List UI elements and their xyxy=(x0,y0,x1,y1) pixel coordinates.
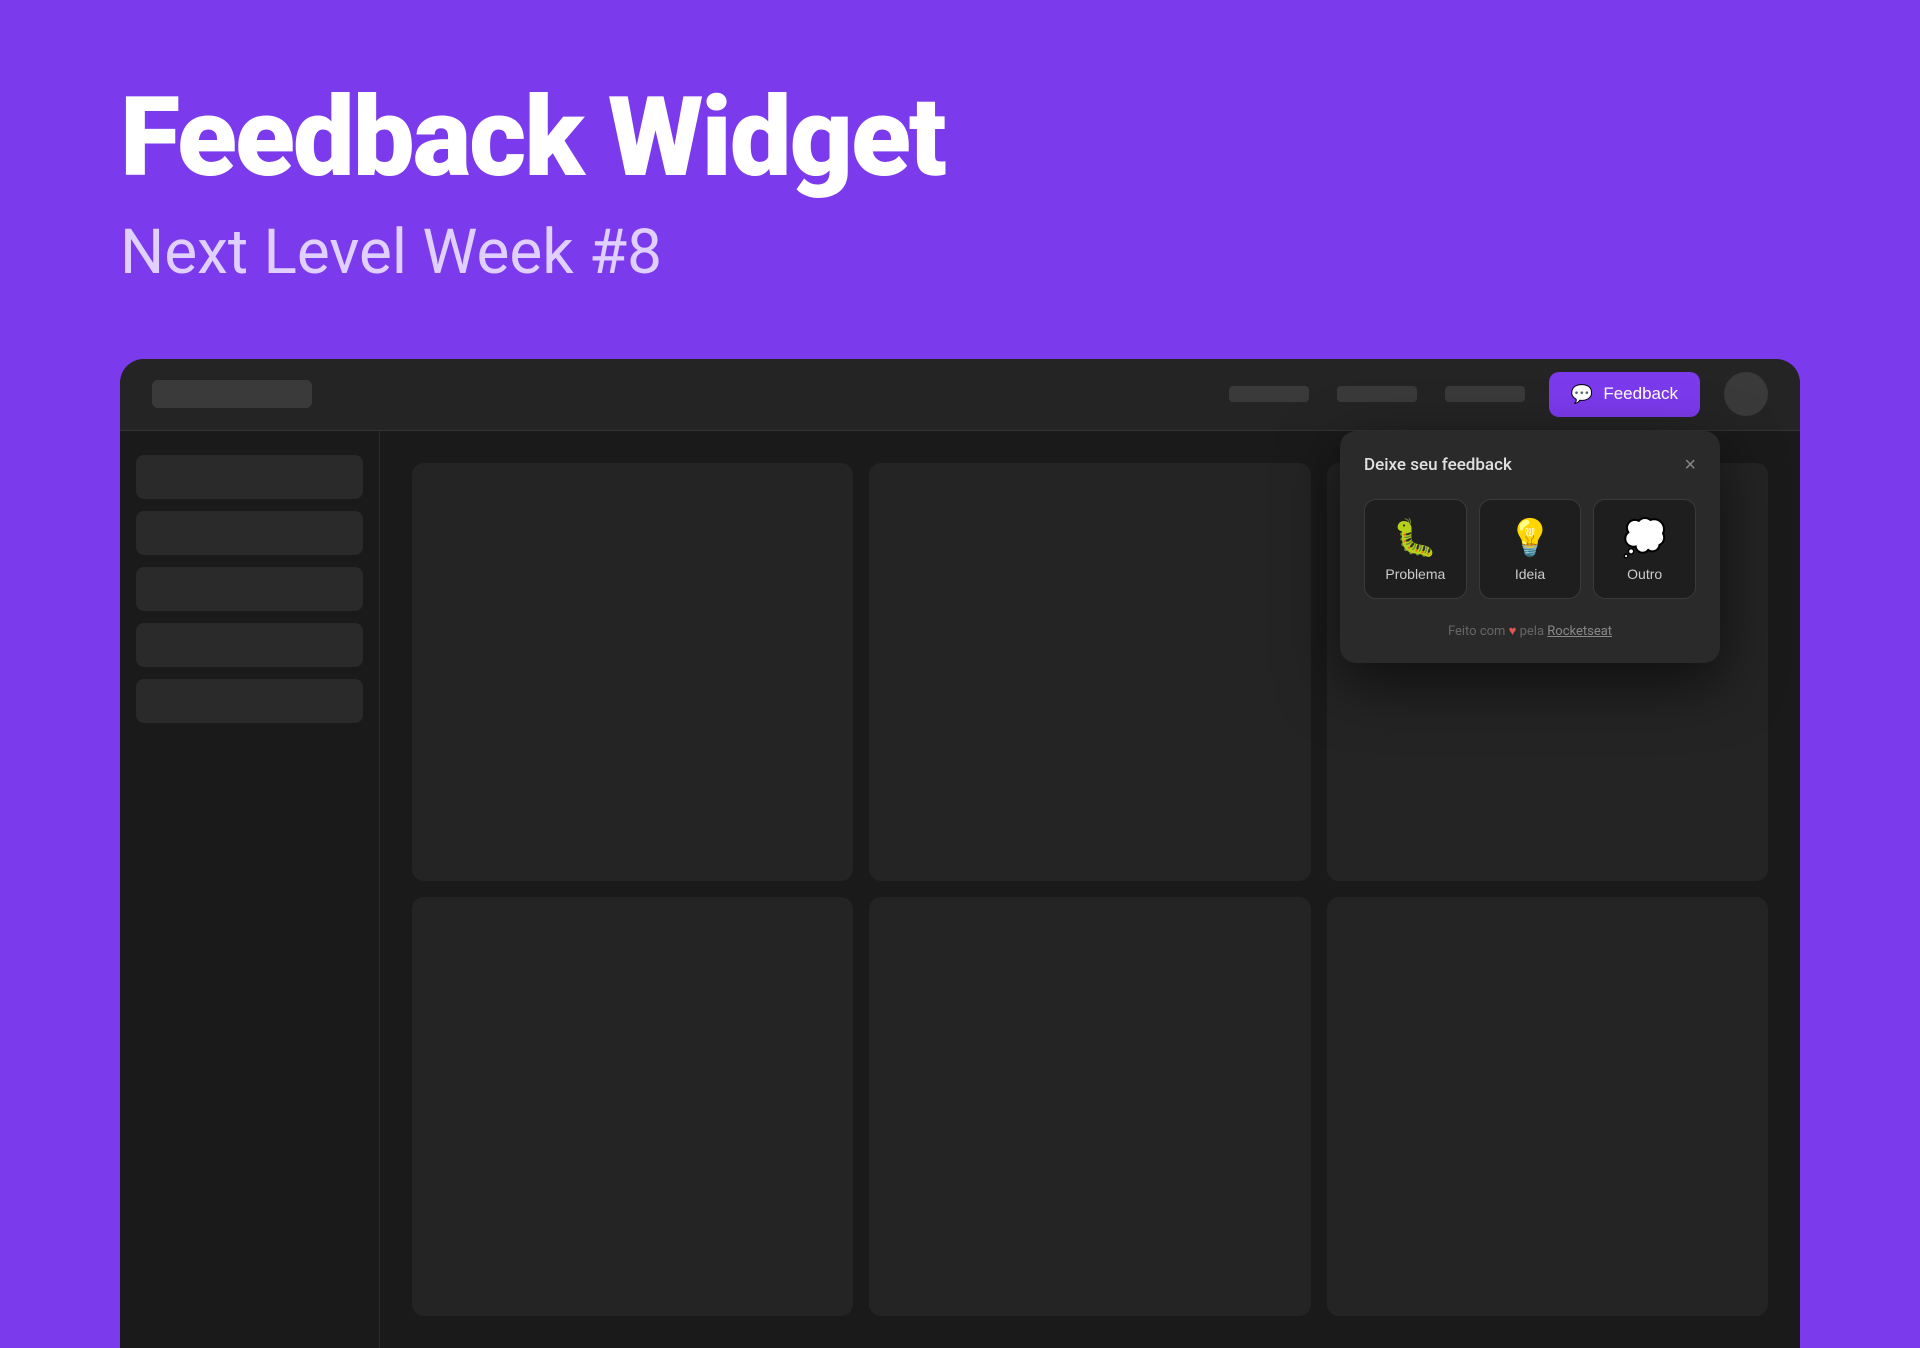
outro-emoji: 💭 xyxy=(1622,520,1667,556)
sidebar-item-1 xyxy=(136,455,363,499)
content-card-1 xyxy=(412,463,853,882)
sidebar-item-4 xyxy=(136,623,363,667)
feedback-button[interactable]: 💬 Feedback xyxy=(1549,372,1700,417)
nav-link-1 xyxy=(1229,386,1309,402)
browser-navbar: 💬 Feedback xyxy=(120,359,1800,431)
feedback-options: 🐛 Problema 💡 Ideia 💭 Outro xyxy=(1364,499,1696,599)
content-card-4 xyxy=(412,897,853,1316)
browser-content: Deixe seu feedback × 🐛 Problema 💡 Ideia … xyxy=(120,431,1800,1348)
nav-link-2 xyxy=(1337,386,1417,402)
content-card-6 xyxy=(1327,897,1768,1316)
feedback-popup: Deixe seu feedback × 🐛 Problema 💡 Ideia … xyxy=(1340,431,1720,663)
problema-emoji: 🐛 xyxy=(1393,520,1438,556)
footer-text-pre: Feito com xyxy=(1448,624,1509,639)
page-subtitle: Next Level Week #8 xyxy=(120,216,1800,289)
nav-link-3 xyxy=(1445,386,1525,402)
feedback-option-problema[interactable]: 🐛 Problema xyxy=(1364,499,1467,599)
page-title: Feedback Widget xyxy=(120,80,1800,196)
content-card-5 xyxy=(869,897,1310,1316)
nav-logo-placeholder xyxy=(152,380,312,408)
footer-brand-link[interactable]: Rocketseat xyxy=(1547,624,1612,639)
sidebar-item-2 xyxy=(136,511,363,555)
content-card-2 xyxy=(869,463,1310,882)
popup-title: Deixe seu feedback xyxy=(1364,455,1512,475)
ideia-label: Ideia xyxy=(1515,566,1545,582)
popup-close-button[interactable]: × xyxy=(1684,455,1696,475)
browser-window: 💬 Feedback Deixe seu feedback × xyxy=(120,359,1800,1348)
sidebar-item-3 xyxy=(136,567,363,611)
sidebar xyxy=(120,431,380,1348)
feedback-button-label: Feedback xyxy=(1603,384,1678,404)
nav-links xyxy=(1229,386,1525,402)
feedback-option-outro[interactable]: 💭 Outro xyxy=(1593,499,1696,599)
ideia-emoji: 💡 xyxy=(1508,520,1553,556)
footer-text-mid: pela xyxy=(1516,624,1547,639)
user-avatar xyxy=(1724,372,1768,416)
outro-label: Outro xyxy=(1627,566,1662,582)
popup-header: Deixe seu feedback × xyxy=(1364,455,1696,475)
popup-footer: Feito com ♥ pela Rocketseat xyxy=(1364,623,1696,639)
sidebar-item-5 xyxy=(136,679,363,723)
chat-icon: 💬 xyxy=(1571,384,1593,405)
problema-label: Problema xyxy=(1385,566,1445,582)
feedback-option-ideia[interactable]: 💡 Ideia xyxy=(1479,499,1582,599)
main-content: Deixe seu feedback × 🐛 Problema 💡 Ideia … xyxy=(380,431,1800,1348)
